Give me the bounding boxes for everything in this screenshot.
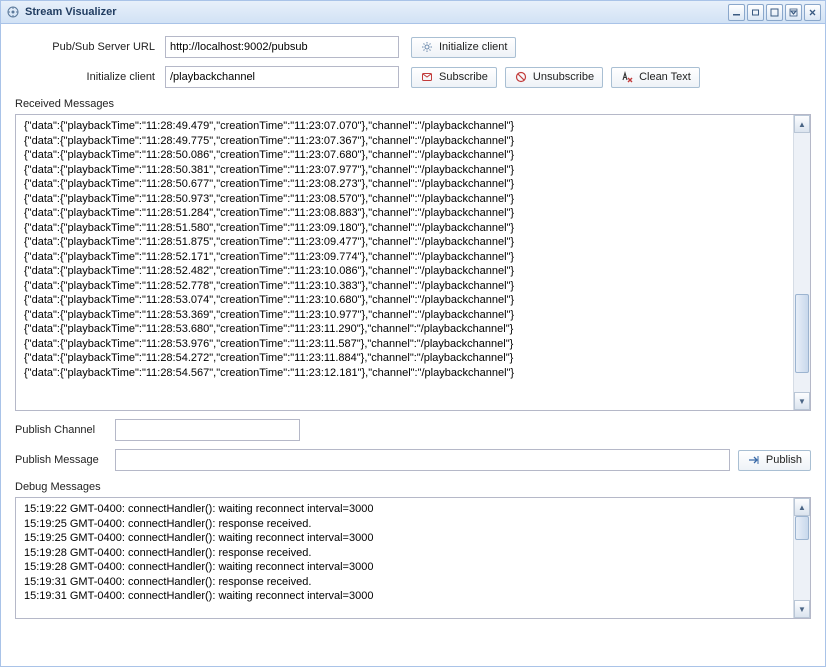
scroll-track[interactable] — [794, 133, 810, 392]
subscribe-label: Subscribe — [439, 71, 488, 83]
window-body: Pub/Sub Server URL Initialize client Ini… — [1, 24, 825, 666]
debug-message-line: 15:19:31 GMT-0400: connectHandler(): res… — [24, 575, 785, 590]
received-message-line: {"data":{"playbackTime":"11:28:51.284","… — [24, 206, 785, 221]
publish-message-row: Publish Message Publish — [15, 449, 811, 471]
debug-message-line: 15:19:28 GMT-0400: connectHandler(): wai… — [24, 560, 785, 575]
init-client-label: Initialize client — [15, 71, 165, 83]
received-message-line: {"data":{"playbackTime":"11:28:54.272","… — [24, 351, 785, 366]
received-message-line: {"data":{"playbackTime":"11:28:53.680","… — [24, 322, 785, 337]
window-controls — [728, 4, 821, 21]
maximize-button[interactable] — [766, 4, 783, 21]
scroll-track[interactable] — [794, 516, 810, 600]
received-message-line: {"data":{"playbackTime":"11:28:49.479","… — [24, 119, 785, 134]
restore-button[interactable] — [747, 4, 764, 21]
app-icon — [7, 6, 19, 18]
debug-messages-label: Debug Messages — [15, 481, 811, 493]
received-message-line: {"data":{"playbackTime":"11:28:54.567","… — [24, 366, 785, 381]
received-message-line: {"data":{"playbackTime":"11:28:50.381","… — [24, 163, 785, 178]
received-message-line: {"data":{"playbackTime":"11:28:50.677","… — [24, 177, 785, 192]
received-message-line: {"data":{"playbackTime":"11:28:52.171","… — [24, 250, 785, 265]
debug-messages-area[interactable]: 15:19:22 GMT-0400: connectHandler(): wai… — [15, 497, 811, 619]
initialize-client-label: Initialize client — [439, 41, 507, 53]
scroll-up-icon[interactable]: ▲ — [794, 115, 810, 133]
scroll-up-icon[interactable]: ▲ — [794, 498, 810, 516]
received-message-line: {"data":{"playbackTime":"11:28:50.973","… — [24, 192, 785, 207]
received-message-line: {"data":{"playbackTime":"11:28:53.074","… — [24, 293, 785, 308]
received-message-line: {"data":{"playbackTime":"11:28:53.976","… — [24, 337, 785, 352]
scroll-down-icon[interactable]: ▼ — [794, 600, 810, 618]
scroll-thumb[interactable] — [795, 516, 809, 540]
window: Stream Visualizer Pub/Sub Server URL Ini… — [0, 0, 826, 667]
scroll-down-icon[interactable]: ▼ — [794, 392, 810, 410]
unsubscribe-button[interactable]: Unsubscribe — [505, 67, 603, 88]
window-title: Stream Visualizer — [25, 6, 728, 18]
received-messages-area[interactable]: {"data":{"playbackTime":"11:28:49.479","… — [15, 114, 811, 411]
debug-messages-content: 15:19:22 GMT-0400: connectHandler(): wai… — [16, 498, 793, 618]
clean-text-label: Clean Text — [639, 71, 691, 83]
clean-text-button[interactable]: Clean Text — [611, 67, 700, 88]
scroll-thumb[interactable] — [795, 294, 809, 374]
received-message-line: {"data":{"playbackTime":"11:28:50.086","… — [24, 148, 785, 163]
publish-message-input[interactable] — [115, 449, 730, 471]
received-message-line: {"data":{"playbackTime":"11:28:51.875","… — [24, 235, 785, 250]
initialize-client-button[interactable]: Initialize client — [411, 37, 516, 58]
close-button[interactable] — [804, 4, 821, 21]
debug-message-line: 15:19:25 GMT-0400: connectHandler(): wai… — [24, 531, 785, 546]
debug-message-line: 15:19:28 GMT-0400: connectHandler(): res… — [24, 546, 785, 561]
titlebar[interactable]: Stream Visualizer — [1, 1, 825, 24]
received-message-line: {"data":{"playbackTime":"11:28:51.580","… — [24, 221, 785, 236]
received-message-line: {"data":{"playbackTime":"11:28:49.775","… — [24, 134, 785, 149]
clean-text-icon — [620, 70, 634, 84]
scrollbar[interactable]: ▲ ▼ — [793, 115, 810, 410]
server-url-label: Pub/Sub Server URL — [15, 41, 165, 53]
collapse-button[interactable] — [785, 4, 802, 21]
gear-icon — [420, 40, 434, 54]
debug-message-line: 15:19:25 GMT-0400: connectHandler(): res… — [24, 517, 785, 532]
publish-channel-input[interactable] — [115, 419, 300, 441]
publish-button[interactable]: Publish — [738, 450, 811, 471]
received-message-line: {"data":{"playbackTime":"11:28:52.778","… — [24, 279, 785, 294]
received-message-line: {"data":{"playbackTime":"11:28:53.369","… — [24, 308, 785, 323]
unsubscribe-label: Unsubscribe — [533, 71, 594, 83]
received-messages-label: Received Messages — [15, 98, 811, 110]
minimize-button[interactable] — [728, 4, 745, 21]
channel-input[interactable] — [165, 66, 399, 88]
subscribe-icon — [420, 70, 434, 84]
publish-channel-row: Publish Channel — [15, 419, 811, 441]
scrollbar[interactable]: ▲ ▼ — [793, 498, 810, 618]
debug-message-line: 15:19:22 GMT-0400: connectHandler(): wai… — [24, 502, 785, 517]
publish-icon — [747, 453, 761, 467]
init-client-row: Initialize client Subscribe Unsubscribe … — [15, 66, 811, 88]
server-url-row: Pub/Sub Server URL Initialize client — [15, 36, 811, 58]
publish-message-label: Publish Message — [15, 454, 115, 466]
subscribe-button[interactable]: Subscribe — [411, 67, 497, 88]
publish-label: Publish — [766, 454, 802, 466]
received-message-line: {"data":{"playbackTime":"11:28:52.482","… — [24, 264, 785, 279]
unsubscribe-icon — [514, 70, 528, 84]
publish-channel-label: Publish Channel — [15, 424, 115, 436]
debug-message-line: 15:19:31 GMT-0400: connectHandler(): wai… — [24, 589, 785, 604]
server-url-input[interactable] — [165, 36, 399, 58]
received-messages-content: {"data":{"playbackTime":"11:28:49.479","… — [16, 115, 793, 410]
